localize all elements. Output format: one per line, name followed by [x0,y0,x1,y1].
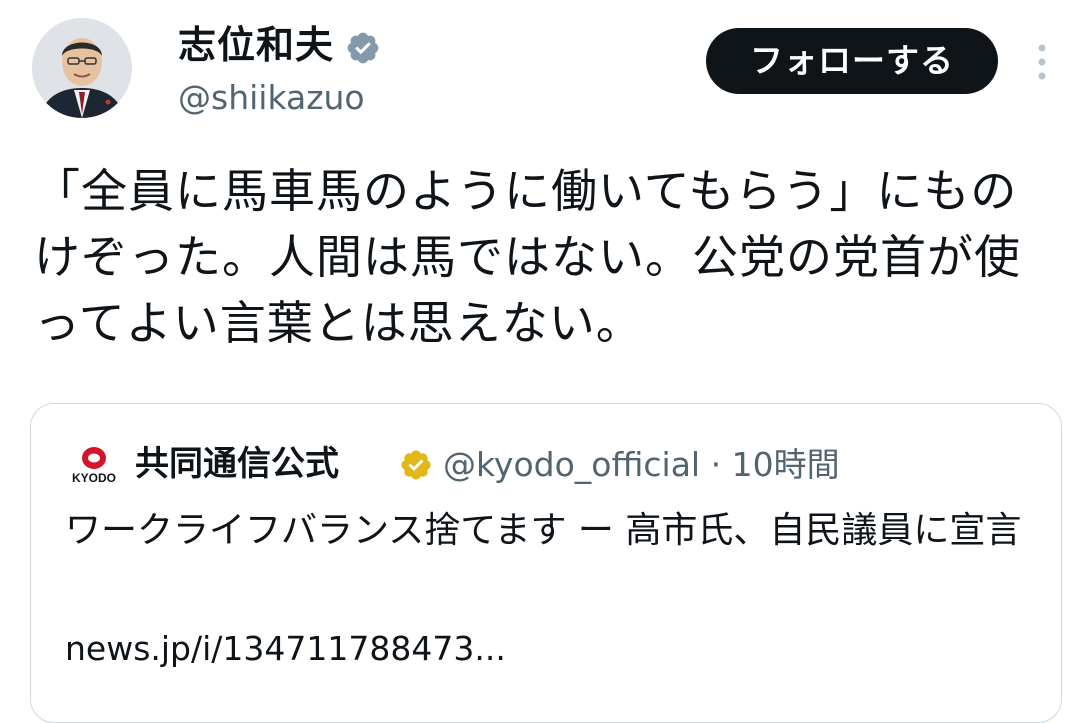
kyodo-logo-text: KYODO [72,471,116,485]
quoted-handle: @kyodo_official [443,445,701,484]
gray-verified-badge-icon [347,32,379,64]
quoted-tweet-text: ワークライフバランス捨てます ー 高市氏、自民議員に宣言 [65,510,1022,551]
follow-button[interactable]: フォローする [706,28,998,94]
author-display-name[interactable]: 志位和夫 [178,20,334,70]
quoted-timestamp: 10時間 [731,445,840,484]
more-vertical-icon[interactable] [1028,40,1056,84]
tweet: 志位和夫 @shiikazuo フォローする 「全員に馬車馬のように働いてもらう… [0,0,1092,723]
quoted-display-name: 共同通信公式 [135,444,339,484]
meta-separator: · [700,445,732,484]
quoted-tweet-card[interactable]: KYODO 共同通信公式 @kyodo_official · 10時間 ワークラ… [30,403,1062,723]
quoted-tweet-link[interactable]: news.jp/i/134711788473... [65,624,506,674]
kyodo-logo-icon: KYODO [72,447,116,485]
tweet-text: 「全員に馬車馬のように働いてもらう」にものけぞった。人間は馬ではない。公党の党首… [34,164,1021,350]
avatar[interactable] [32,18,132,118]
avatar-photo-icon [32,18,132,118]
gold-verified-badge-icon [401,450,431,480]
quoted-meta: @kyodo_official · 10時間 [443,441,840,489]
author-handle[interactable]: @shiikazuo [178,76,365,120]
